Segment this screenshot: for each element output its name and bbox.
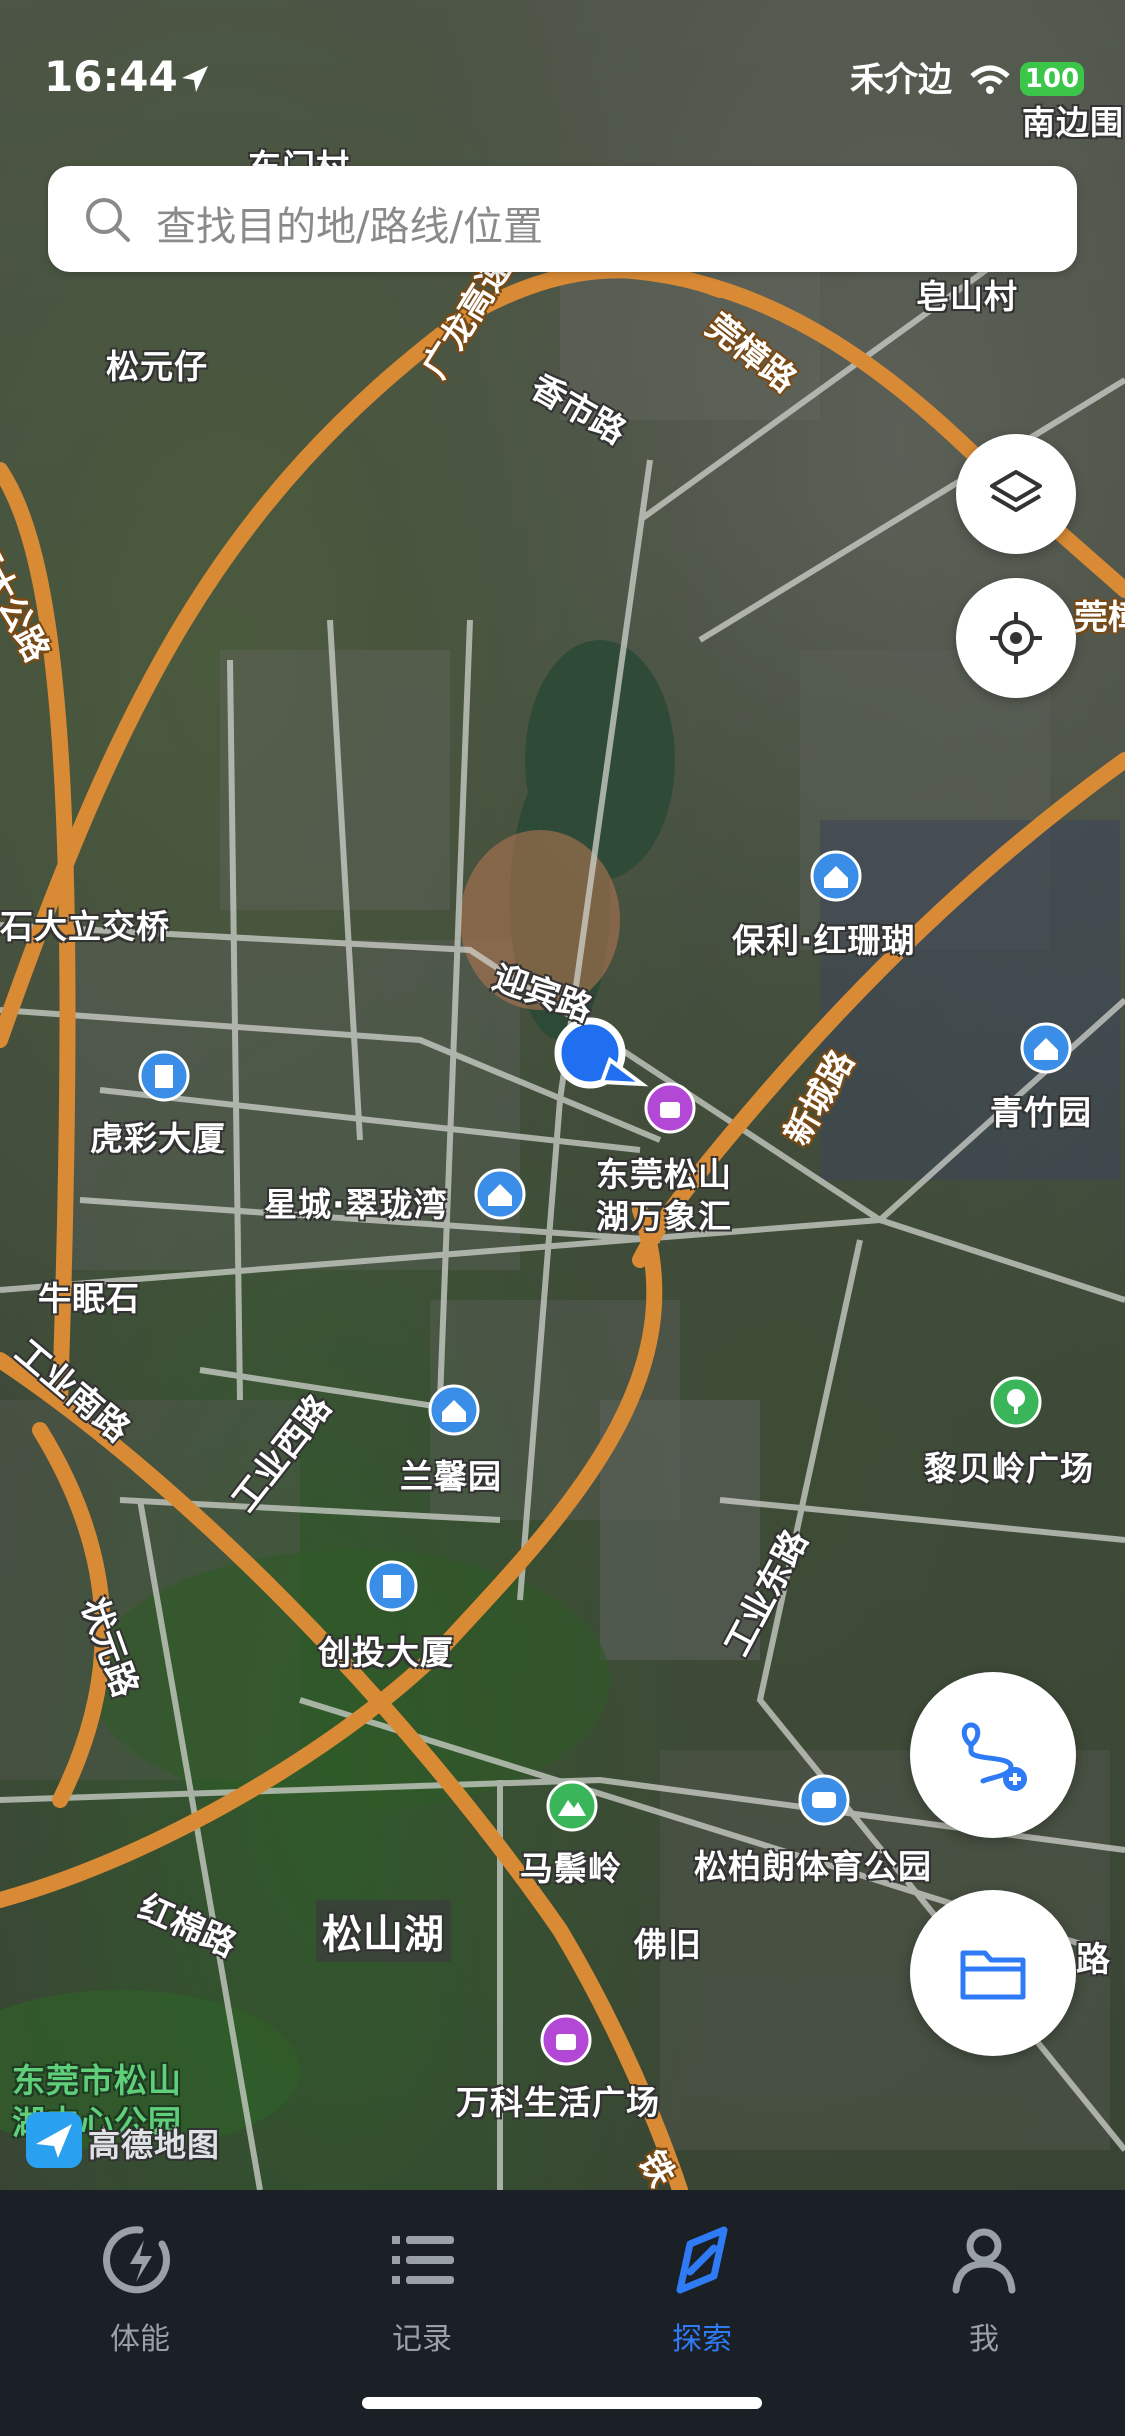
shopping-poi-icon[interactable] (644, 1082, 696, 1134)
area-label: 黎贝岭广场 (924, 1449, 1094, 1488)
locate-me-button[interactable] (956, 578, 1076, 698)
building-poi-icon[interactable] (366, 1560, 418, 1612)
residential-poi-icon[interactable] (810, 850, 862, 902)
lightning-circle-icon (103, 2226, 170, 2294)
road-label: 莞樟 (1074, 598, 1125, 638)
area-label: 牛眠石 (38, 1279, 140, 1318)
layers-button[interactable] (956, 434, 1076, 554)
wifi-icon (970, 65, 1010, 94)
search-bar[interactable]: 查找目的地/路线/位置 (48, 166, 1077, 272)
status-time: 16:44 (44, 52, 178, 101)
crosshair-icon (990, 612, 1042, 664)
park-poi-icon[interactable] (990, 1376, 1042, 1428)
residential-poi-icon[interactable] (428, 1384, 480, 1436)
tab-label: 我 (969, 2322, 999, 2357)
search-icon (86, 198, 130, 242)
area-label: 保利·红珊瑚 (732, 921, 916, 960)
sports-park-poi-icon[interactable] (798, 1774, 850, 1826)
folder-icon (960, 1950, 1026, 2000)
area-label: 湖万象汇 (596, 1197, 732, 1236)
area-label: 松山湖 (316, 1900, 451, 1962)
tab-label: 探索 (672, 2322, 732, 2357)
area-label: 石大立交桥 (0, 907, 170, 946)
person-icon (952, 2228, 1016, 2294)
area-label: 星城·翠珑湾 (264, 1185, 448, 1224)
area-label: 创投大厦 (318, 1633, 454, 1672)
list-icon (392, 2236, 454, 2284)
compass-icon (676, 2226, 728, 2294)
map-view[interactable]: 南边围 东门村 松元仔 皂山村 石大立交桥 保利·红珊瑚 虎彩大厦 青竹园 星城… (0, 0, 1125, 2190)
shopping-poi-icon[interactable] (540, 2014, 592, 2066)
tab-explore[interactable]: 探索 (622, 2220, 782, 2358)
layers-icon (990, 470, 1042, 512)
location-arrow-icon (182, 66, 208, 92)
saved-places-button[interactable] (910, 1890, 1076, 2056)
area-label: 东莞松山 (596, 1155, 732, 1194)
road-label: 路 (1076, 1940, 1110, 1980)
residential-poi-icon[interactable] (474, 1168, 526, 1220)
search-placeholder: 查找目的地/路线/位置 (156, 204, 543, 250)
home-indicator (362, 2397, 762, 2409)
area-label: 松柏朗体育公园 (694, 1847, 932, 1886)
area-label: 兰馨园 (400, 1457, 502, 1496)
area-label: 万科生活广场 (456, 2083, 660, 2122)
attribution-text: 高德地图 (88, 2126, 221, 2164)
plan-route-button[interactable] (910, 1672, 1076, 1838)
tab-records[interactable]: 记录 (342, 2220, 502, 2358)
tab-label: 记录 (392, 2322, 452, 2357)
residential-poi-icon[interactable] (1020, 1022, 1072, 1074)
area-label: 虎彩大厦 (90, 1119, 226, 1158)
area-label: 马鬃岭 (520, 1849, 622, 1888)
area-label: 东莞市松山 (12, 2061, 182, 2100)
area-label: 青竹园 (990, 1093, 1092, 1132)
area-label: 皂山村 (916, 277, 1018, 316)
building-poi-icon[interactable] (138, 1050, 190, 1102)
tab-label: 体能 (110, 2322, 170, 2357)
amap-logo-icon (26, 2112, 82, 2168)
tab-fitness[interactable]: 体能 (60, 2220, 220, 2358)
area-label: 佛旧 (634, 1925, 702, 1964)
mountain-poi-icon[interactable] (546, 1780, 598, 1832)
area-label: 松元仔 (106, 347, 208, 386)
status-bar: 16:44 禾介边 100 (0, 0, 1125, 150)
tab-me[interactable]: 我 (904, 2220, 1064, 2358)
status-carrier: 禾介边 (850, 60, 952, 100)
route-add-icon (961, 1722, 1027, 1791)
map-attribution: 高德地图 (24, 2110, 219, 2174)
battery-indicator: 100 (1020, 62, 1084, 96)
